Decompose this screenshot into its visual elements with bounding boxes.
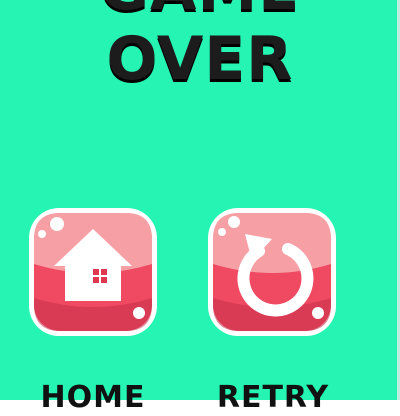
home-label: HOME [40,380,146,415]
game-over-screen: GAME OVER [0,0,400,415]
game-over-title: GAME OVER [100,0,299,94]
retry-button-shape [208,208,336,336]
retry-label: RETRY [216,380,330,415]
retry-button[interactable] [206,206,338,338]
home-button-shape [29,208,157,336]
home-button[interactable] [27,206,159,338]
